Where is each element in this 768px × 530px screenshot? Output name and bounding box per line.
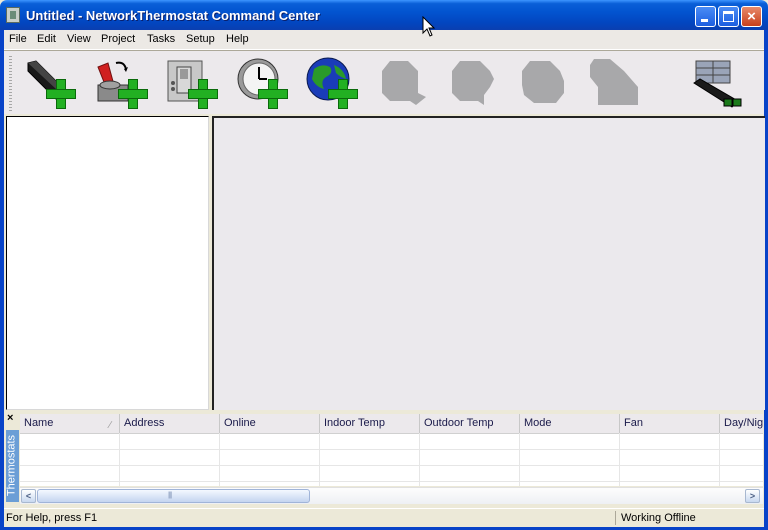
close-button[interactable]: ×	[741, 6, 762, 27]
disabled-tool-1-icon	[382, 61, 426, 105]
chevron-left-icon: <	[25, 491, 32, 501]
column-header-name[interactable]: Name ∕	[20, 414, 120, 433]
add-switch-button[interactable]	[94, 57, 152, 109]
column-header-indoor-temp[interactable]: Indoor Temp	[320, 414, 420, 433]
status-connection: Working Offline	[621, 512, 696, 524]
disabled-tool-2-button[interactable]	[448, 57, 506, 109]
column-divider	[519, 433, 520, 486]
column-header-mode[interactable]: Mode	[520, 414, 620, 433]
window-title: Untitled - NetworkThermostat Command Cen…	[26, 8, 320, 23]
thermostats-table: Name ∕ Address Online Indoor Temp Outdoo…	[20, 414, 763, 486]
add-thermostat-button[interactable]	[164, 57, 222, 109]
scroll-left-button[interactable]: <	[21, 489, 36, 503]
plus-icon	[118, 79, 148, 109]
column-header-address[interactable]: Address	[120, 414, 220, 433]
network-connect-button[interactable]	[692, 57, 750, 109]
close-icon: ×	[747, 8, 756, 25]
disabled-tool-3-icon	[522, 61, 564, 103]
table-row[interactable]	[20, 433, 763, 450]
disabled-tool-2-icon	[452, 61, 494, 105]
column-divider	[719, 433, 720, 486]
plus-icon	[328, 79, 358, 109]
column-divider	[119, 433, 120, 486]
menu-edit[interactable]: Edit	[37, 33, 56, 45]
add-network-adapter-button[interactable]	[22, 57, 80, 109]
disabled-tool-4-icon	[590, 59, 638, 105]
menu-bar: File Edit View Project Tasks Setup Help	[4, 30, 764, 50]
column-divider	[219, 433, 220, 486]
add-global-button[interactable]	[304, 57, 362, 109]
thermostats-tab-label: Thermostats	[5, 434, 18, 497]
column-header-fan[interactable]: Fan	[620, 414, 720, 433]
disabled-tool-4-button[interactable]	[588, 57, 646, 109]
menu-file[interactable]: File	[9, 33, 27, 45]
status-divider	[615, 511, 616, 525]
status-help-text: For Help, press F1	[6, 512, 98, 524]
plus-icon	[258, 79, 288, 109]
table-row[interactable]	[20, 449, 763, 466]
column-divider	[319, 433, 320, 486]
minimize-button[interactable]	[695, 6, 716, 27]
column-header-day-night[interactable]: Day/Night	[720, 414, 763, 433]
mouse-cursor-icon	[422, 16, 436, 37]
add-schedule-button[interactable]	[234, 57, 292, 109]
column-divider	[419, 433, 420, 486]
disabled-tool-3-button[interactable]	[518, 57, 576, 109]
menu-setup[interactable]: Setup	[186, 33, 215, 45]
horizontal-scrollbar[interactable]: < >	[20, 487, 763, 504]
toolbar-grip[interactable]	[9, 56, 12, 111]
network-connect-icon	[693, 60, 742, 108]
close-icon[interactable]: ×	[7, 412, 13, 424]
project-tree-pane[interactable]	[6, 116, 209, 410]
plus-icon	[188, 79, 218, 109]
app-window: Untitled - NetworkThermostat Command Cen…	[0, 0, 768, 530]
table-row[interactable]	[20, 465, 763, 482]
table-header: Name ∕ Address Online Indoor Temp Outdoo…	[20, 414, 763, 434]
menu-project[interactable]: Project	[101, 33, 135, 45]
scrollbar-thumb[interactable]	[37, 489, 310, 503]
sort-ascending-icon: ∕	[109, 420, 111, 431]
column-divider	[619, 433, 620, 486]
app-thermostat-icon[interactable]	[6, 7, 20, 23]
chevron-right-icon: >	[749, 491, 756, 501]
column-header-outdoor-temp[interactable]: Outdoor Temp	[420, 414, 520, 433]
plus-icon	[46, 79, 76, 109]
menu-help[interactable]: Help	[226, 33, 249, 45]
column-header-online[interactable]: Online	[220, 414, 320, 433]
maximize-button[interactable]	[718, 6, 739, 27]
menu-view[interactable]: View	[67, 33, 91, 45]
disabled-tool-1-button[interactable]	[378, 57, 436, 109]
toolbar	[4, 50, 764, 114]
status-bar: For Help, press F1 Working Offline	[4, 508, 764, 527]
main-view-pane[interactable]	[212, 116, 765, 410]
title-bar[interactable]: Untitled - NetworkThermostat Command Cen…	[0, 0, 768, 30]
scroll-right-button[interactable]: >	[745, 489, 760, 503]
menu-tasks[interactable]: Tasks	[147, 33, 175, 45]
thermostats-dock-tab[interactable]: Thermostats	[6, 430, 19, 502]
